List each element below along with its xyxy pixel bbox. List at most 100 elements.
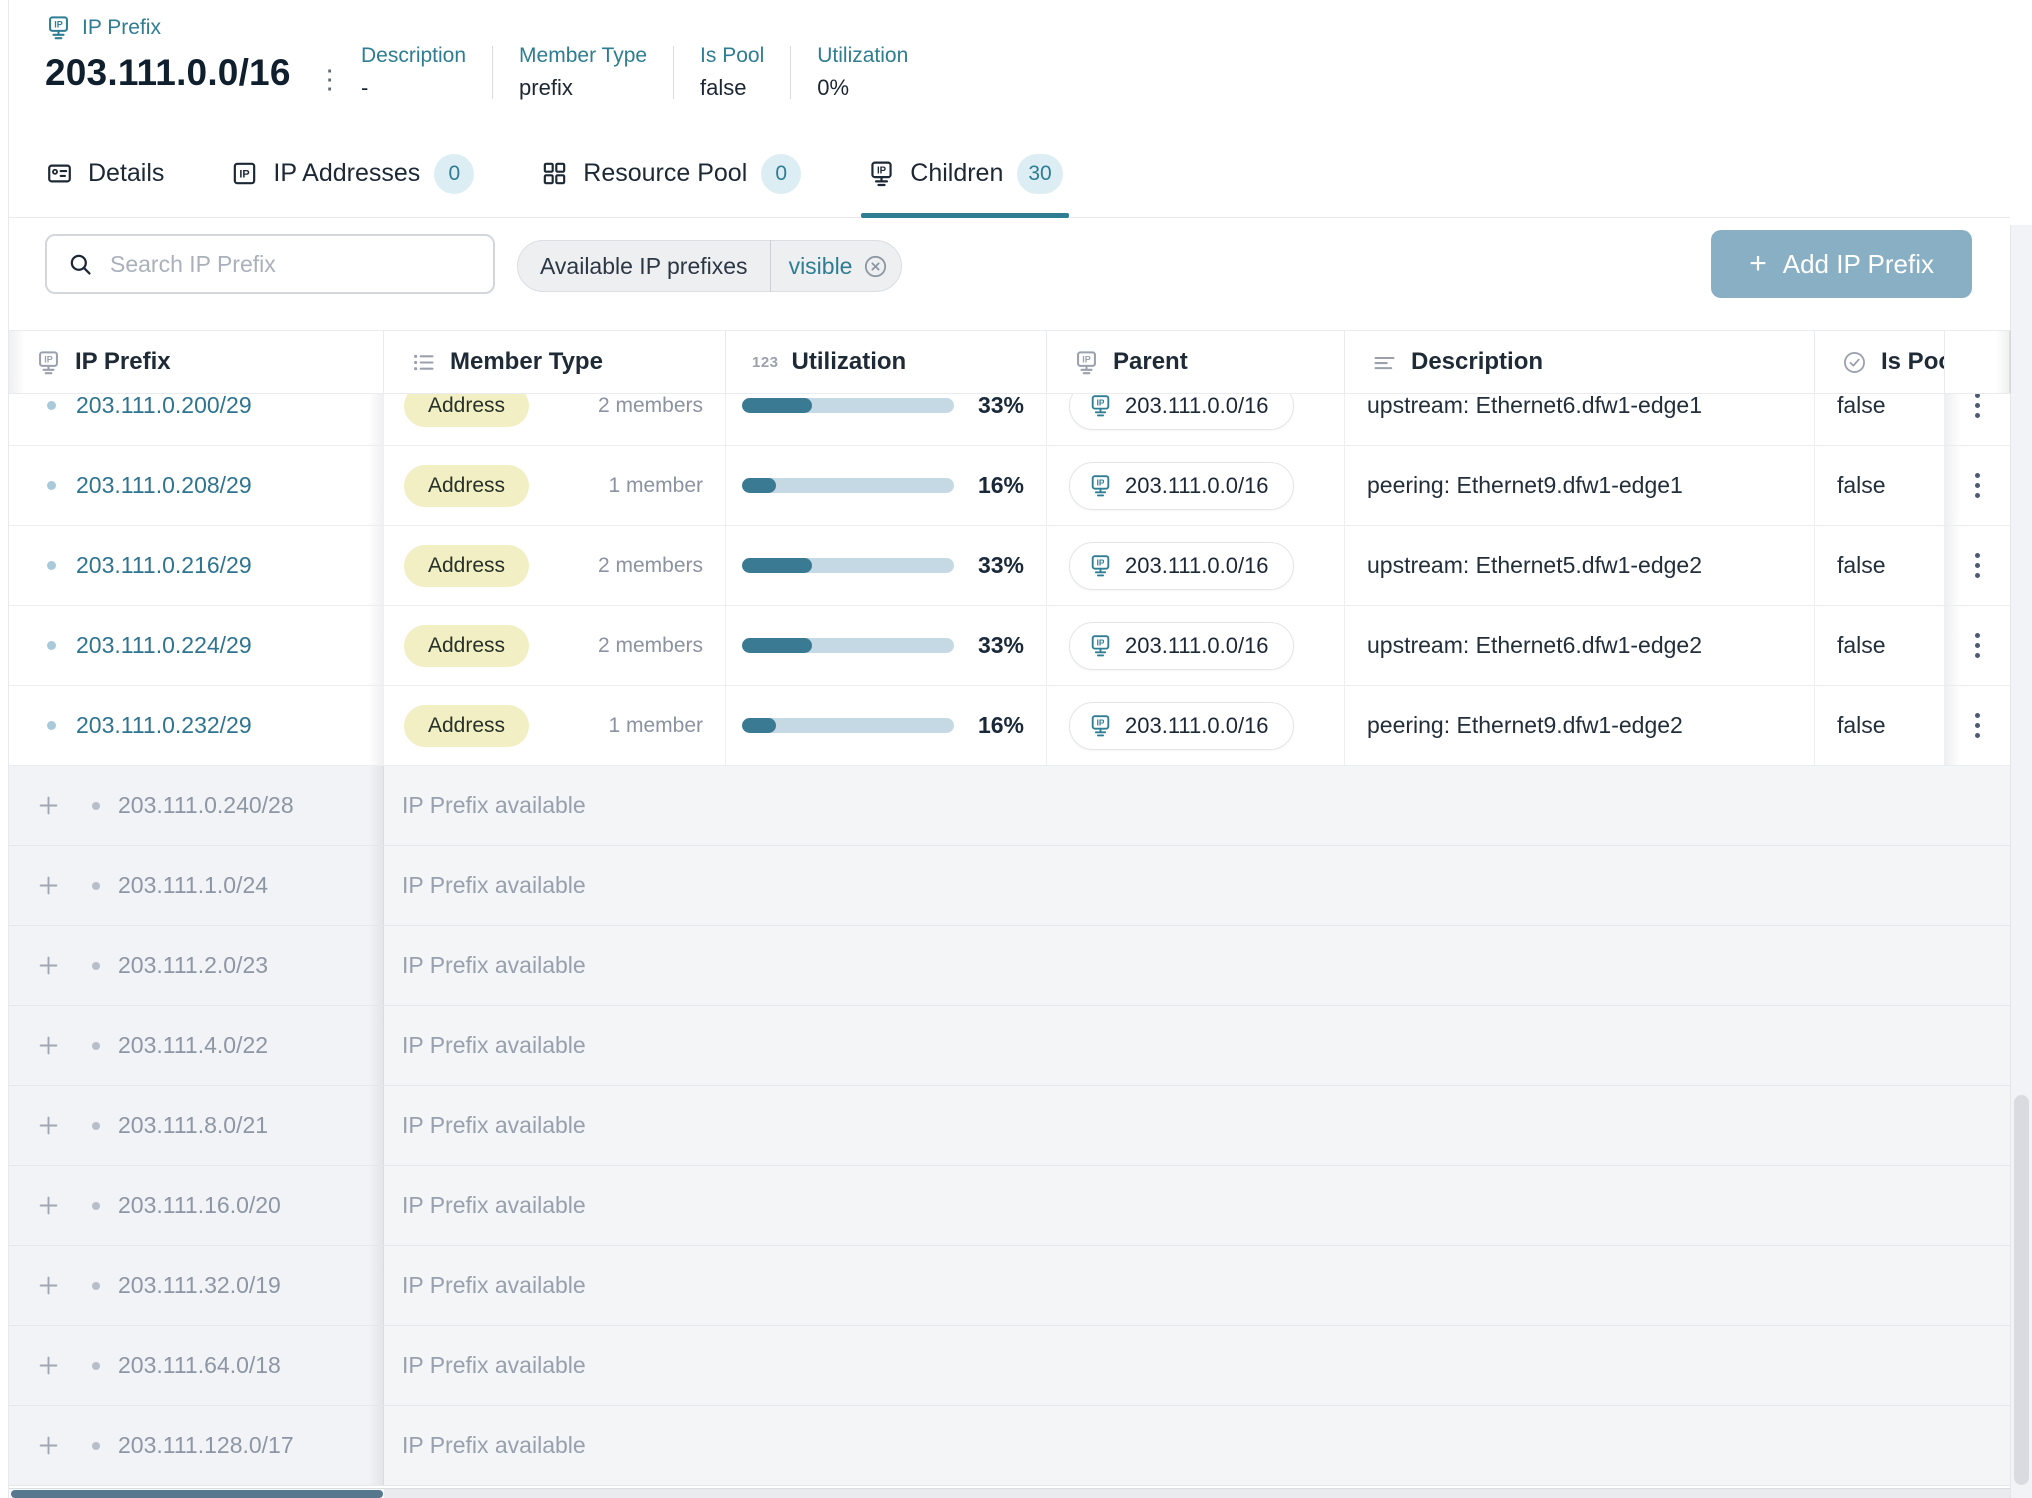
utilization-bar-fill: [742, 558, 812, 573]
parent-prefix-label: 203.111.0.0/16: [1125, 473, 1269, 499]
row-kebab-menu-icon[interactable]: [1969, 547, 1986, 584]
tab-details[interactable]: Details: [45, 130, 164, 217]
row-kebab-menu-icon[interactable]: [1969, 394, 1986, 424]
table-body: 203.111.0.200/29 Address 2 members 33% 2…: [9, 394, 2010, 1488]
member-count: 1 member: [608, 474, 703, 498]
tab-ip-addresses[interactable]: IP IP Addresses 0: [230, 130, 474, 217]
add-prefix-plus-icon[interactable]: [35, 1272, 62, 1299]
field-value: false: [700, 75, 764, 101]
cell-actions: [1945, 394, 2010, 445]
tab-resource-pool[interactable]: Resource Pool 0: [540, 130, 801, 217]
available-status-label: IP Prefix available: [384, 1406, 2010, 1485]
prefix-link[interactable]: 203.111.0.232/29: [76, 712, 252, 739]
available-prefix-label: 203.111.4.0/22: [118, 1032, 268, 1059]
cell-available-prefix: 203.111.64.0/18: [9, 1326, 384, 1405]
status-bullet: [47, 481, 56, 490]
cell-available-prefix: 203.111.128.0/17: [9, 1406, 384, 1485]
field-label: Is Pool: [700, 44, 764, 68]
row-kebab-menu-icon[interactable]: [1969, 707, 1986, 744]
column-header-ip-prefix[interactable]: IP Prefix: [9, 331, 384, 393]
ip-address-icon: IP: [230, 159, 259, 188]
column-header-utilization[interactable]: 123 Utilization: [726, 331, 1047, 393]
available-prefix-label: 203.111.32.0/19: [118, 1272, 281, 1299]
prefix-link[interactable]: 203.111.0.216/29: [76, 552, 252, 579]
status-bullet: [92, 1042, 100, 1050]
parent-prefix-chip[interactable]: 203.111.0.0/16: [1069, 702, 1294, 750]
member-type-badge: Address: [404, 465, 529, 507]
horizontal-scrollbar-thumb[interactable]: [11, 1490, 383, 1498]
tab-children[interactable]: Children 30: [867, 130, 1062, 217]
title-kebab-menu-icon[interactable]: ⋮: [317, 66, 343, 92]
add-prefix-plus-icon[interactable]: [35, 1432, 62, 1459]
field-label: Member Type: [519, 44, 647, 68]
cell-available-prefix: 203.111.2.0/23: [9, 926, 384, 1005]
utilization-bar-fill: [742, 638, 812, 653]
column-header-actions: [1945, 331, 2010, 393]
filter-remove-icon[interactable]: [862, 253, 889, 280]
prefix-link[interactable]: 203.111.0.224/29: [76, 632, 252, 659]
number-123-icon: 123: [752, 354, 779, 371]
available-prefix-label: 203.111.0.240/28: [118, 792, 294, 819]
row-kebab-menu-icon[interactable]: [1969, 467, 1986, 504]
add-prefix-plus-icon[interactable]: [35, 1192, 62, 1219]
search-input[interactable]: [110, 251, 473, 278]
add-prefix-plus-icon[interactable]: [35, 952, 62, 979]
column-header-is-pool[interactable]: Is Pool: [1815, 331, 1945, 393]
parent-prefix-label: 203.111.0.0/16: [1125, 553, 1269, 579]
status-bullet: [92, 882, 100, 890]
add-prefix-plus-icon[interactable]: [35, 792, 62, 819]
cell-is-pool: false: [1815, 606, 1945, 685]
cell-available-prefix: 203.111.4.0/22: [9, 1006, 384, 1085]
available-prefix-row: 203.111.64.0/18 IP Prefix available: [9, 1326, 2010, 1406]
available-prefix-row: 203.111.128.0/17 IP Prefix available: [9, 1406, 2010, 1486]
filter-chip-available-prefixes[interactable]: Available IP prefixes visible: [517, 240, 902, 292]
utilization-bar: [742, 718, 954, 733]
column-header-member-type[interactable]: Member Type: [384, 331, 726, 393]
tab-count-badge: 30: [1017, 154, 1062, 194]
utilization-percent: 33%: [978, 394, 1024, 419]
children-table: IP Prefix Member Type 123 Utilization Pa…: [9, 330, 2010, 1498]
member-count: 2 members: [598, 554, 703, 578]
status-bullet: [47, 561, 56, 570]
add-prefix-plus-icon[interactable]: [35, 1112, 62, 1139]
cell-description: upstream: Ethernet5.dfw1-edge2: [1345, 526, 1815, 605]
available-prefix-row: 203.111.0.240/28 IP Prefix available: [9, 766, 2010, 846]
column-header-description[interactable]: Description: [1345, 331, 1815, 393]
breadcrumb[interactable]: IP Prefix: [45, 14, 161, 41]
available-prefix-label: 203.111.16.0/20: [118, 1192, 281, 1219]
utilization-bar: [742, 558, 954, 573]
available-status-label: IP Prefix available: [384, 1246, 2010, 1325]
column-header-label: Description: [1411, 348, 1543, 376]
cell-member-type: Address 2 members: [384, 526, 726, 605]
vertical-scrollbar-thumb[interactable]: [2014, 1095, 2029, 1485]
parent-prefix-chip[interactable]: 203.111.0.0/16: [1069, 622, 1294, 670]
available-prefix-row: 203.111.32.0/19 IP Prefix available: [9, 1246, 2010, 1326]
add-ip-prefix-button[interactable]: + Add IP Prefix: [1711, 230, 1972, 298]
tab-count-badge: 0: [761, 154, 801, 194]
parent-prefix-chip[interactable]: 203.111.0.0/16: [1069, 462, 1294, 510]
column-header-parent[interactable]: Parent: [1047, 331, 1345, 393]
prefix-link[interactable]: 203.111.0.208/29: [76, 472, 252, 499]
status-bullet: [92, 802, 100, 810]
cell-member-type: Address 2 members: [384, 394, 726, 445]
add-prefix-plus-icon[interactable]: [35, 1032, 62, 1059]
ip-prefix-column-icon: [35, 349, 62, 376]
parent-prefix-chip[interactable]: 203.111.0.0/16: [1069, 542, 1294, 590]
add-prefix-plus-icon[interactable]: [35, 1352, 62, 1379]
tab-label: Details: [88, 159, 164, 188]
summary-field-utilization: Utilization 0%: [791, 44, 934, 101]
table-toolbar: Available IP prefixes visible + Add IP P…: [9, 218, 2010, 330]
prefix-link[interactable]: 203.111.0.200/29: [76, 394, 252, 419]
ip-prefix-column-icon: [1073, 349, 1100, 376]
cell-available-prefix: 203.111.16.0/20: [9, 1166, 384, 1245]
parent-prefix-chip[interactable]: 203.111.0.0/16: [1069, 394, 1294, 430]
ip-prefix-page: IP Prefix 203.111.0.0/16 ⋮ Description -…: [0, 0, 2032, 1498]
table-row: 203.111.0.224/29 Address 2 members 33% 2…: [9, 606, 2010, 686]
add-prefix-plus-icon[interactable]: [35, 872, 62, 899]
ip-prefix-icon: [1088, 713, 1113, 738]
row-kebab-menu-icon[interactable]: [1969, 627, 1986, 664]
summary-field-member-type: Member Type prefix: [493, 44, 673, 101]
member-count: 1 member: [608, 714, 703, 738]
cell-ip-prefix: 203.111.0.208/29: [9, 446, 384, 525]
plus-icon: +: [1749, 247, 1767, 281]
